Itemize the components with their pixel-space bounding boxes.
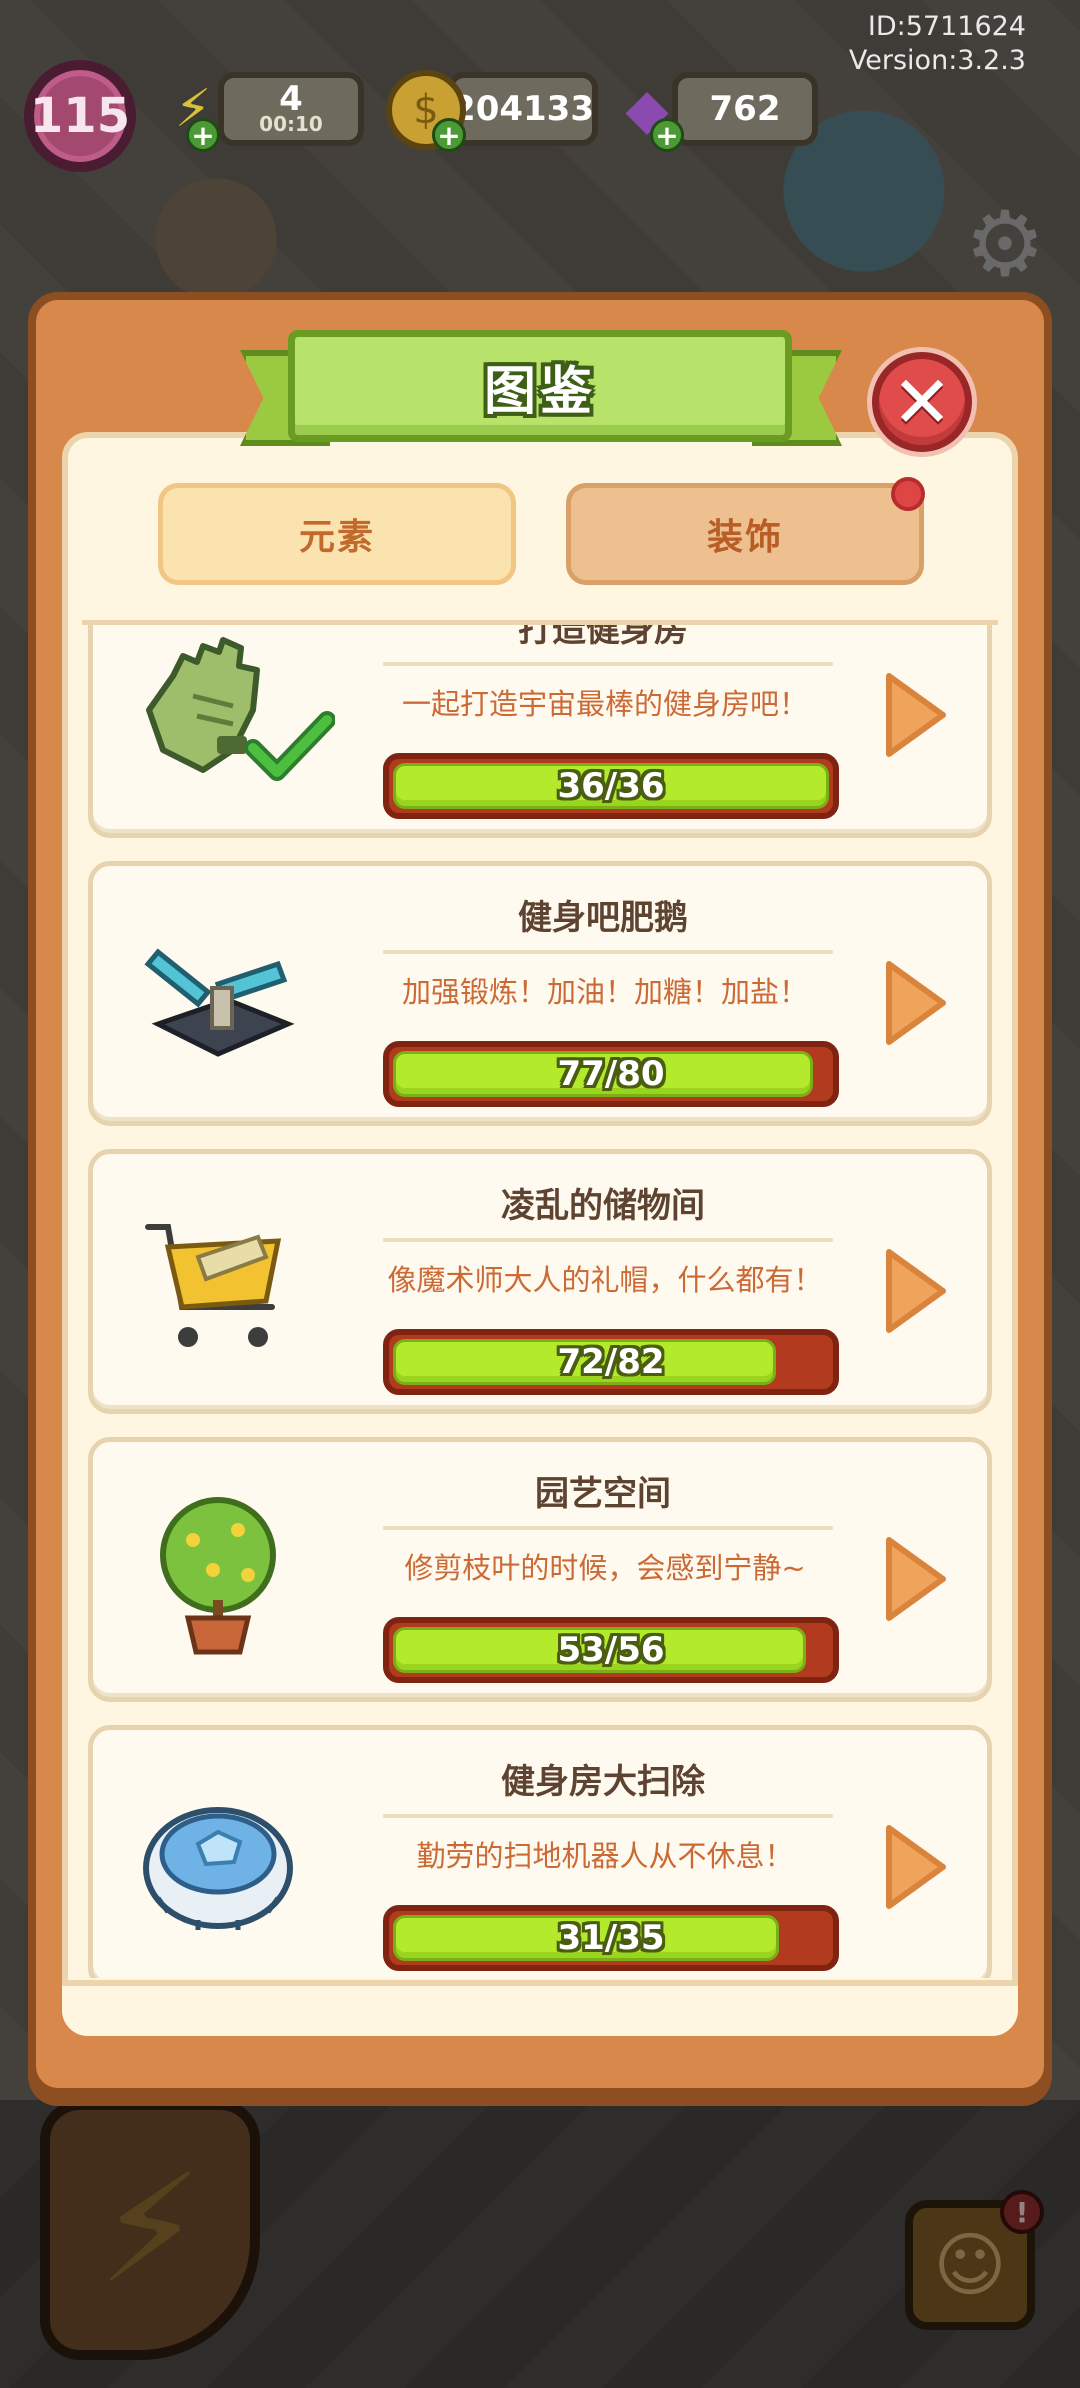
collection-description: 加强锻炼！加油！加糖！加盐！ [401,975,808,1009]
tab-elements[interactable]: 元素 [158,483,516,585]
collection-description: 勤劳的扫地机器人从不休息！ [416,1839,794,1873]
chevron-right-icon[interactable] [881,670,951,760]
chevron-right-icon[interactable] [881,1534,951,1624]
collection-list[interactable]: 打造健身房 一起打造宇宙最棒的健身房吧！ 36/36 健身吧肥鹅 加强锻炼！加油… [82,620,998,1978]
tab-decorations[interactable]: 装饰 [566,483,924,585]
collection-name: 健身房大扫除 [501,1762,705,1802]
gems-value: 762 [709,89,781,129]
tab-notification-dot [891,477,925,511]
card-divider [383,1526,833,1530]
panel-footer [62,1980,1018,2036]
collection-progress-bar: 77/80 [383,1041,839,1107]
modal-title: 图鉴 [483,361,596,422]
close-icon: ✕ [891,360,953,444]
collection-card[interactable]: 健身吧肥鹅 加强锻炼！加油！加糖！加盐！ 77/80 [88,861,992,1126]
gems-add-button[interactable]: + [650,118,684,152]
chevron-right-icon[interactable] [881,1246,951,1336]
title-ribbon: 图鉴 [288,330,792,442]
collection-card[interactable]: 打造健身房 一起打造宇宙最棒的健身房吧！ 36/36 [88,620,992,838]
user-id-text: ID:5711624 [867,11,1026,42]
collection-name: 打造健身房 [518,620,688,650]
coins-value: 204133 [452,89,594,129]
energy-timer: 00:10 [259,112,323,136]
collection-progress-bar: 72/82 [383,1329,839,1395]
progress-label: 36/36 [557,766,665,806]
card-divider [383,1238,833,1242]
tab-decorations-label: 装饰 [706,517,783,558]
collection-card[interactable]: 园艺空间 修剪枝叶的时候，会感到宁静~ 53/56 [88,1437,992,1702]
card-divider [383,662,833,666]
progress-label: 77/80 [557,1054,665,1094]
collection-description: 像魔术师大人的礼帽，什么都有！ [387,1263,823,1297]
progress-label: 53/56 [557,1630,665,1670]
energy-counter[interactable]: 4 00:10 [218,72,364,146]
collection-card[interactable]: 健身房大扫除 勤劳的扫地机器人从不休息！ 31/35 [88,1725,992,1978]
collection-list-track: 打造健身房 一起打造宇宙最棒的健身房吧！ 36/36 健身吧肥鹅 加强锻炼！加油… [82,620,998,1978]
tab-elements-label: 元素 [298,517,375,558]
gems-counter[interactable]: 762 [672,72,818,146]
card-divider [383,1814,833,1818]
card-divider [383,950,833,954]
collection-name: 凌乱的储物间 [501,1186,705,1226]
collection-card[interactable]: 凌乱的储物间 像魔术师大人的礼帽，什么都有！ 72/82 [88,1149,992,1414]
chevron-right-icon[interactable] [881,958,951,1048]
potted-tree-icon [133,1490,303,1660]
energy-value: 4 [279,79,303,119]
progress-label: 72/82 [557,1342,665,1382]
collection-description: 一起打造宇宙最棒的健身房吧！ [401,687,808,721]
coins-add-button[interactable]: + [432,118,466,152]
checkmark-icon [245,711,335,781]
robot-vacuum-icon [133,1778,303,1948]
build-info: ID:5711624 Version:3.2.3 [849,10,1026,78]
collection-progress-bar: 53/56 [383,1617,839,1683]
collection-name: 园艺空间 [535,1474,671,1514]
level-value: 115 [29,88,131,144]
coins-counter[interactable]: 204133 [448,72,598,146]
level-badge[interactable]: 115 [24,60,136,172]
collection-progress-bar: 36/36 [383,753,839,819]
shopping-cart-icon [133,1202,303,1372]
progress-label: 31/35 [557,1918,665,1958]
collection-name: 健身吧肥鹅 [518,898,688,938]
chevron-right-icon[interactable] [881,1822,951,1912]
close-button[interactable]: ✕ [872,352,972,452]
collection-progress-bar: 31/35 [383,1905,839,1971]
exercise-machine-icon [133,914,303,1084]
version-text: Version:3.2.3 [848,45,1026,76]
energy-add-button[interactable]: + [186,118,220,152]
collection-description: 修剪枝叶的时候，会感到宁静~ [404,1551,806,1585]
